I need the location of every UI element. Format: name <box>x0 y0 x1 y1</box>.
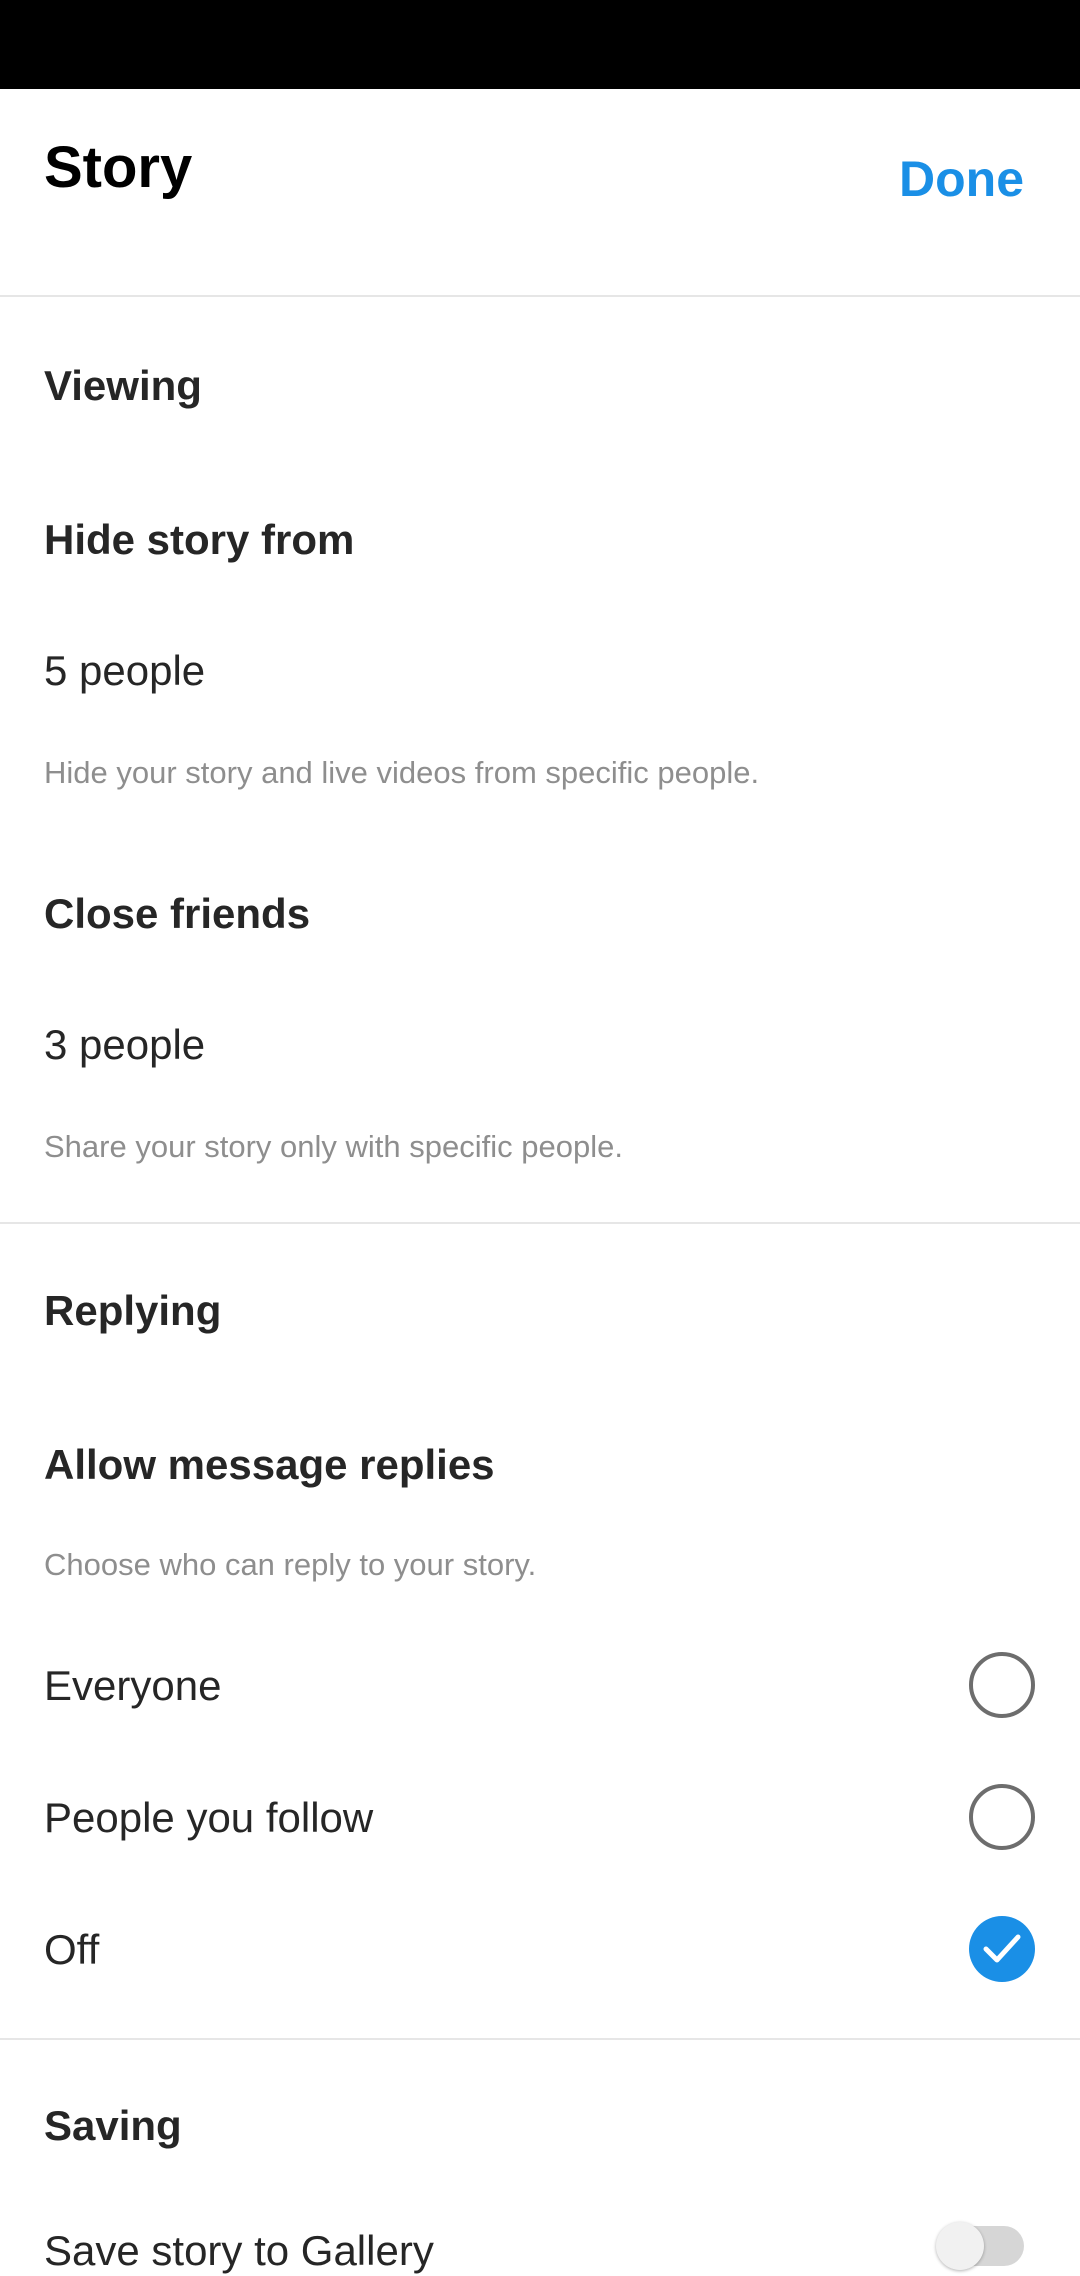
option-off-label[interactable]: Off <box>44 1925 99 1975</box>
hide-story-from-title[interactable]: Hide story from <box>44 515 354 565</box>
checkmark-icon <box>983 1934 1021 1963</box>
option-people-you-follow-label[interactable]: People you follow <box>44 1793 373 1843</box>
hide-story-from-value[interactable]: 5 people <box>44 646 205 696</box>
section-title-replying: Replying <box>44 1287 222 1334</box>
option-off-radio[interactable] <box>969 1916 1035 1982</box>
page-title: Story <box>44 135 193 200</box>
close-friends-title[interactable]: Close friends <box>44 889 310 939</box>
section-title-viewing: Viewing <box>44 362 202 409</box>
allow-message-replies-title: Allow message replies <box>44 1441 495 1488</box>
option-everyone-radio[interactable] <box>969 1652 1035 1718</box>
option-people-you-follow-radio[interactable] <box>969 1784 1035 1850</box>
close-friends-description: Share your story only with specific peop… <box>44 1129 623 1164</box>
save-to-gallery-toggle[interactable] <box>936 2222 1024 2270</box>
divider <box>0 1222 1080 1224</box>
allow-message-replies-description: Choose who can reply to your story. <box>44 1547 537 1582</box>
done-button[interactable]: Done <box>899 149 1024 209</box>
save-to-gallery-label[interactable]: Save story to Gallery <box>44 2226 434 2276</box>
option-everyone-label[interactable]: Everyone <box>44 1661 221 1711</box>
hide-story-from-description: Hide your story and live videos from spe… <box>44 755 760 790</box>
section-title-saving: Saving <box>44 2102 182 2149</box>
divider <box>0 2038 1080 2040</box>
toggle-knob <box>936 2222 984 2270</box>
top-bar: Story Done <box>0 89 1080 297</box>
status-bar <box>0 0 1080 89</box>
close-friends-value[interactable]: 3 people <box>44 1020 205 1070</box>
